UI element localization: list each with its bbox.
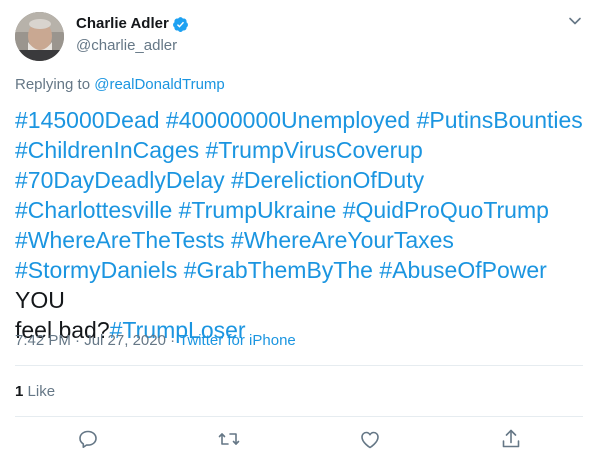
handle[interactable]: @charlie_adler [76, 36, 189, 56]
hashtag-link[interactable]: #ChildrenInCages [15, 137, 199, 163]
verified-badge-icon [172, 16, 189, 33]
replying-prefix: Replying to [15, 76, 91, 93]
divider [15, 416, 583, 417]
meta-separator: · [170, 332, 176, 349]
replying-to: Replying to @realDonaldTrump [15, 75, 225, 95]
like-icon[interactable] [358, 427, 382, 451]
display-name[interactable]: Charlie Adler [76, 14, 169, 34]
tweet-action-bar [0, 425, 598, 455]
hashtag-link[interactable]: #GrabThemByThe [184, 257, 373, 283]
tweet-date[interactable]: Jul 27, 2020 [84, 332, 166, 349]
hashtag-link[interactable]: #40000000Unemployed [166, 107, 410, 133]
tweet-line: #WhereAreTheTests #WhereAreYourTaxes [15, 225, 590, 255]
like-stats[interactable]: 1 Like [15, 382, 55, 402]
reply-icon[interactable] [76, 427, 100, 451]
hashtag-link[interactable]: #PutinsBounties [417, 107, 583, 133]
retweet-icon[interactable] [217, 427, 241, 451]
tweet-time[interactable]: 7:42 PM [15, 332, 71, 349]
chevron-down-icon[interactable] [568, 14, 582, 28]
meta-separator: · [75, 332, 81, 349]
hashtag-link[interactable]: #StormyDaniels [15, 257, 177, 283]
tweet-text: #145000Dead #40000000Unemployed #PutinsB… [15, 105, 590, 345]
hashtag-link[interactable]: #TrumpVirusCoverup [206, 137, 423, 163]
tweet-plain-text: YOU [15, 287, 65, 313]
tweet-line: #70DayDeadlyDelay #DerelictionOfDuty [15, 165, 590, 195]
tweet-meta: 7:42 PM · Jul 27, 2020 · Twitter for iPh… [15, 331, 296, 351]
hashtag-link[interactable]: #Charlottesville [15, 197, 172, 223]
like-label: Like [27, 383, 56, 400]
like-count: 1 [15, 383, 24, 400]
tweet-line: #ChildrenInCages #TrumpVirusCoverup [15, 135, 590, 165]
tweet-source-link[interactable]: Twitter for iPhone [179, 332, 296, 349]
divider [15, 365, 583, 366]
tweet-line: #Charlottesville #TrumpUkraine #QuidProQ… [15, 195, 590, 225]
hashtag-link[interactable]: #DerelictionOfDuty [231, 167, 424, 193]
avatar[interactable] [15, 12, 64, 61]
tweet-line: #StormyDaniels #GrabThemByThe #AbuseOfPo… [15, 255, 590, 315]
hashtag-link[interactable]: #AbuseOfPower [379, 257, 546, 283]
hashtag-link[interactable]: #TrumpUkraine [179, 197, 337, 223]
reply-mention-link[interactable]: @realDonaldTrump [94, 76, 225, 93]
tweet-card: Charlie Adler @charlie_adler Replying to… [0, 0, 598, 464]
hashtag-link[interactable]: #WhereAreTheTests [15, 227, 225, 253]
share-icon[interactable] [499, 427, 523, 451]
tweet-line: #145000Dead #40000000Unemployed #PutinsB… [15, 105, 590, 135]
hashtag-link[interactable]: #145000Dead [15, 107, 160, 133]
hashtag-link[interactable]: #70DayDeadlyDelay [15, 167, 225, 193]
hashtag-link[interactable]: #WhereAreYourTaxes [231, 227, 454, 253]
author-block: Charlie Adler @charlie_adler [76, 14, 189, 56]
hashtag-link[interactable]: #QuidProQuoTrump [343, 197, 549, 223]
